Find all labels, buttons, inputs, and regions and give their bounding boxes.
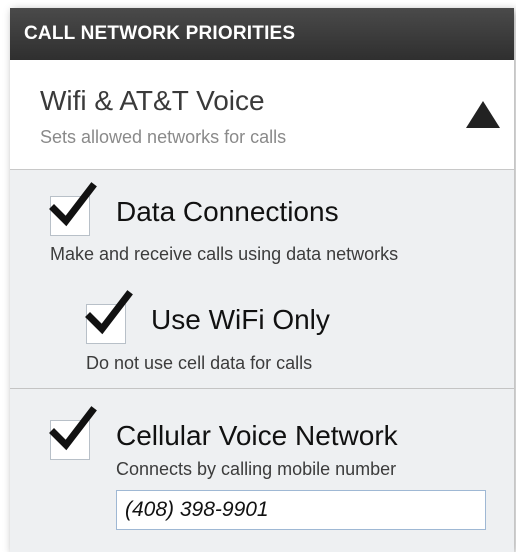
use-wifi-only-label: Use WiFi Only xyxy=(151,304,330,335)
checkmark-icon xyxy=(49,182,97,227)
data-connections-checkbox[interactable] xyxy=(49,182,97,236)
triangle-up-icon[interactable] xyxy=(466,101,500,128)
use-wifi-only-checkbox[interactable] xyxy=(85,290,133,344)
checkmark-icon xyxy=(85,290,133,335)
network-mode-selector[interactable]: Wifi & AT&T Voice Sets allowed networks … xyxy=(10,60,514,170)
use-wifi-only-description: Do not use cell data for calls xyxy=(86,353,313,373)
call-network-priorities-panel: CALL NETWORK PRIORITIES Wifi & AT&T Voic… xyxy=(10,8,514,552)
network-mode-title: Wifi & AT&T Voice xyxy=(40,85,265,116)
cellular-voice-description: Connects by calling mobile number xyxy=(116,459,397,479)
network-mode-subtitle: Sets allowed networks for calls xyxy=(40,127,287,147)
mobile-number-field[interactable] xyxy=(116,490,486,530)
section-divider xyxy=(10,388,514,389)
checkmark-icon xyxy=(49,406,97,451)
section-header: CALL NETWORK PRIORITIES xyxy=(10,8,514,60)
data-connections-description: Make and receive calls using data networ… xyxy=(50,244,399,264)
cellular-voice-checkbox[interactable] xyxy=(49,406,97,460)
cellular-voice-label: Cellular Voice Network xyxy=(116,420,398,451)
data-connections-label: Data Connections xyxy=(116,196,339,227)
